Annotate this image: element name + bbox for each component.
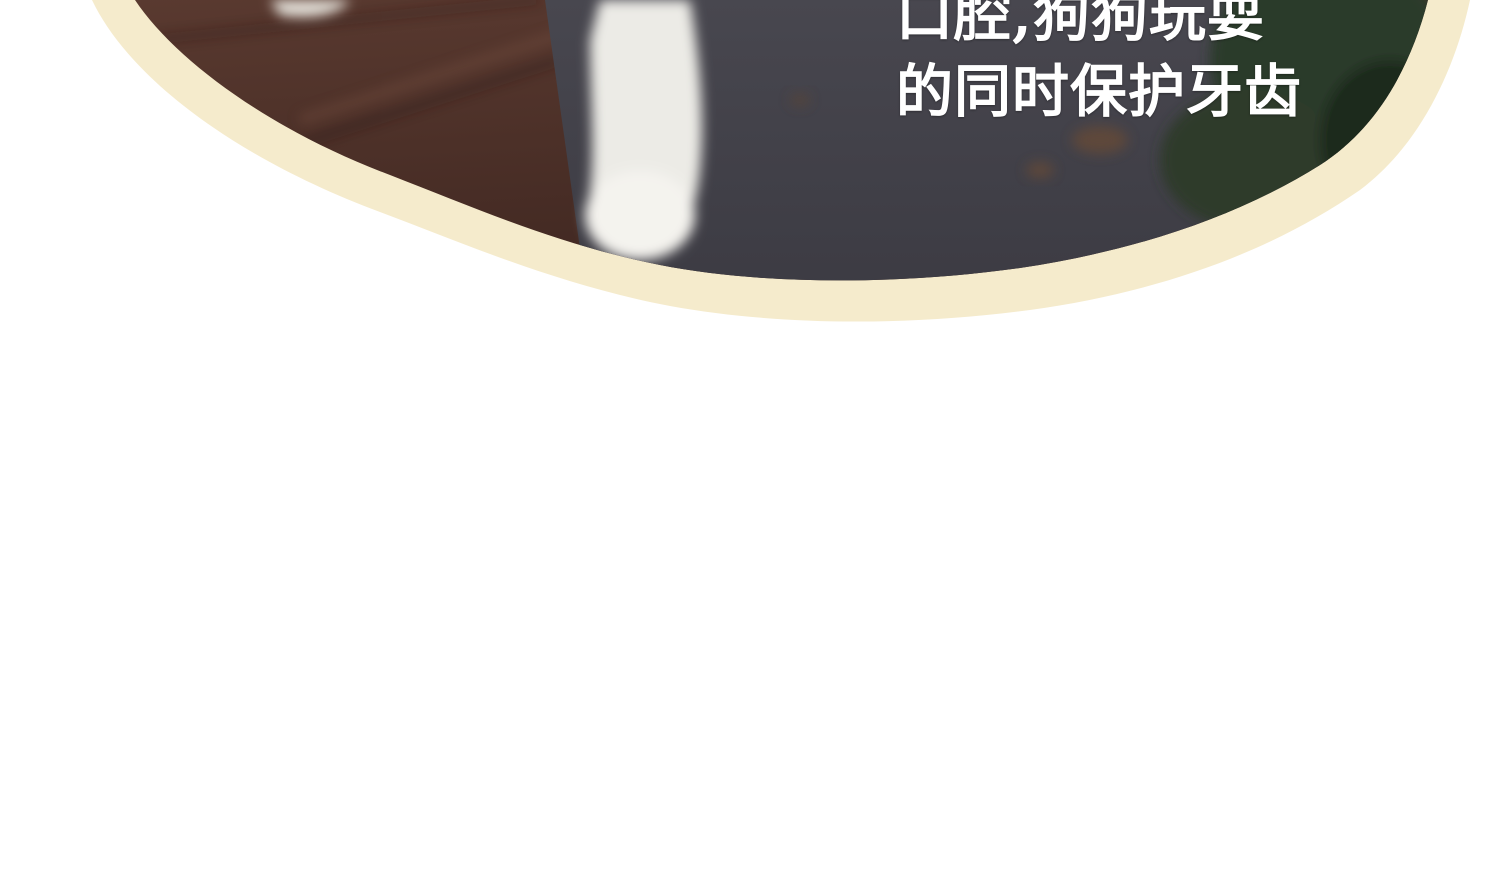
caption-line-1: 口腔,狗狗玩耍 (896, 0, 1265, 49)
caption-line-2: 的同时保护牙齿 (896, 58, 1302, 125)
caption: 口腔,狗狗玩耍 的同时保护牙齿 (896, 0, 1302, 130)
photo-banner (92, 0, 1470, 322)
